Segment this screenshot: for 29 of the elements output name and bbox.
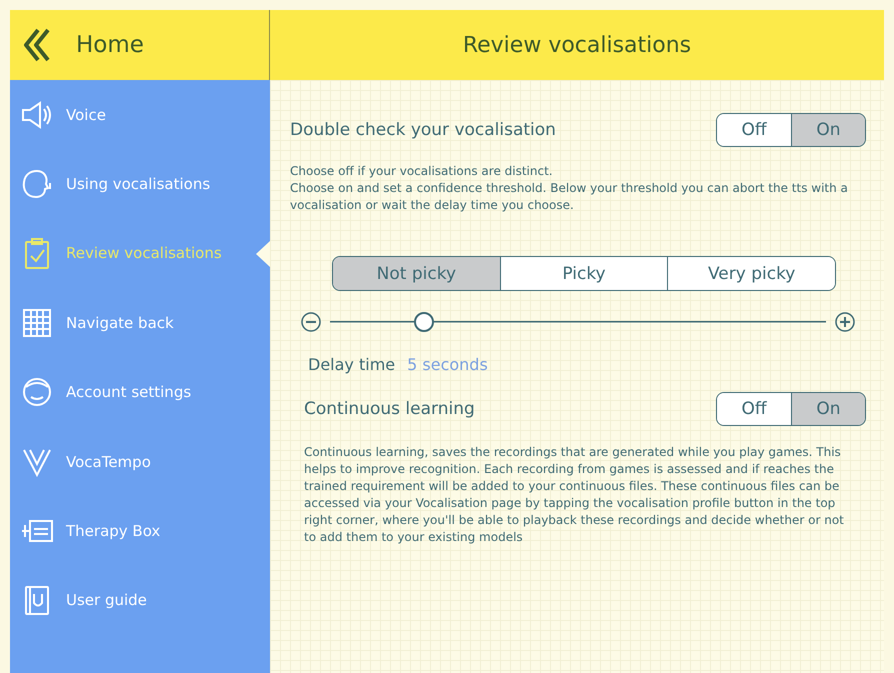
minus-icon[interactable] [300, 311, 322, 333]
pickiness-option[interactable]: Very picky [667, 257, 835, 290]
pickiness-option[interactable]: Not picky [333, 257, 500, 290]
sidebar-item[interactable]: VocaTempo [10, 426, 270, 496]
toggle-option[interactable]: On [791, 393, 865, 425]
sidebar-item[interactable]: User guide [10, 566, 270, 636]
sidebar-item[interactable]: Using vocalisations [10, 149, 270, 219]
description-text: Continuous learning, saves the recordings that are generated while you play games. This helps to improve recognition. Each recording from games is assessed and if reaches the trained requirement will be added to your continuous files. These continuous files can be accessed via your Vocalisation page by tapping the vocalisation profile button in the top right corner, where you'll be able to playback these recordings and decide whether or not to add them to your existing models [304, 444, 845, 546]
delay-label: Delay time [308, 355, 396, 374]
page-title: Review vocalisations [462, 32, 692, 58]
setting-label: Continuous learning [304, 399, 475, 419]
pickiness-option[interactable]: Picky [500, 257, 668, 290]
sidebar-item[interactable]: Therapy Box [10, 496, 270, 566]
delay-slider[interactable] [330, 311, 826, 333]
plus-icon[interactable] [834, 311, 856, 333]
sidebar-item[interactable]: Account settings [10, 358, 270, 427]
description-text: Choose off if your vocalisations are distinct. [290, 163, 554, 180]
slider-thumb[interactable] [414, 312, 434, 332]
setting-label: Double check your vocalisation [290, 120, 556, 140]
delay-value: 5 seconds [407, 355, 488, 374]
sidebar-item[interactable]: Review vocalisations [10, 218, 270, 288]
toggle-option[interactable]: Off [717, 114, 791, 146]
description-text: Choose on and set a confidence threshold. Below your threshold you can abort the tts with a vocalisation or wait the delay time you choose. [290, 180, 849, 214]
home-link[interactable]: Home [76, 32, 144, 58]
toggle-option[interactable]: On [791, 114, 865, 146]
sidebar-item[interactable]: Voice [10, 80, 270, 150]
back-chevron-icon[interactable] [22, 27, 52, 63]
sidebar-item[interactable]: Navigate back [10, 288, 270, 358]
toggle-option[interactable]: Off [717, 393, 791, 425]
